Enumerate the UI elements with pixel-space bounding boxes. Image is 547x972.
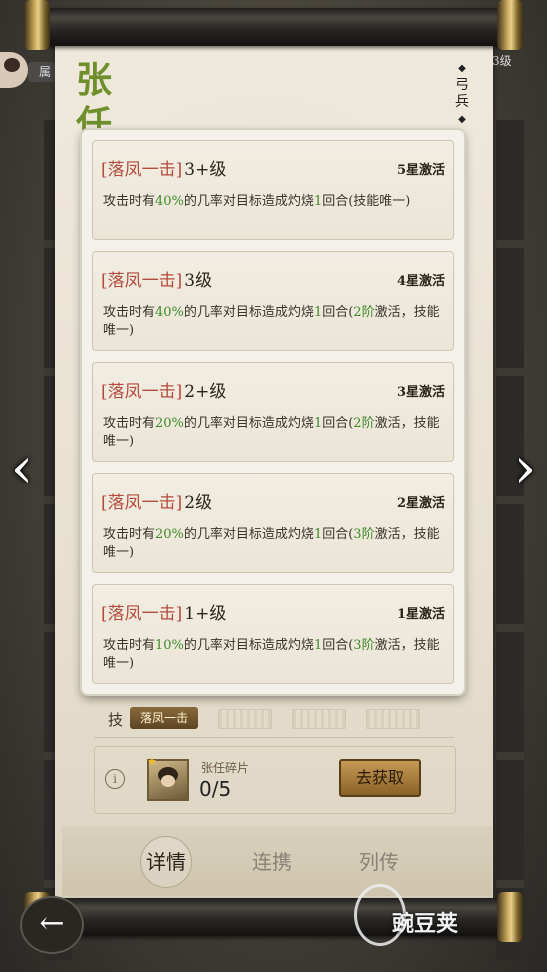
skill-bar-label: 技 <box>108 711 124 729</box>
hero-class-label: 弓兵 <box>455 77 469 110</box>
skill-level-title: [落凤一击] 3级 <box>101 266 212 291</box>
skill-description: 攻击时有20%的几率对目标造成灼烧1回合(3阶激活，技能唯一) <box>103 527 440 560</box>
skill-slot-active[interactable]: 落凤一击 <box>130 707 198 729</box>
skill-name: [落凤一击] <box>101 382 183 402</box>
star-requirement: 3星激活 <box>396 385 445 400</box>
skill-level-card: [落凤一击] 1+级 1星激活 攻击时有10%的几率对目标造成灼烧1回合(3阶激活… <box>92 584 454 684</box>
skill-name: [落凤一击] <box>101 271 183 291</box>
skill-level: 2+级 <box>184 382 227 402</box>
skill-slot-empty[interactable] <box>292 709 346 729</box>
skill-levels-popup: [落凤一击] 3+级 5星激活 攻击时有40%的几率对目标造成灼烧1回合(技能唯一… <box>82 130 464 694</box>
rod-cap-top-left <box>24 0 50 50</box>
skill-level-title: [落凤一击] 1+级 <box>101 599 226 624</box>
diamond-icon: ◆ <box>458 63 466 74</box>
scroll-rod-top <box>30 8 517 46</box>
skill-level-title: [落凤一击] 2+级 <box>101 377 226 402</box>
skill-description: 攻击时有40%的几率对目标造成灼烧1回合(2阶激活，技能唯一) <box>103 305 440 338</box>
skill-level-card: [落凤一击] 2+级 3星激活 攻击时有20%的几率对目标造成灼烧1回合(2阶激活… <box>92 362 454 462</box>
diamond-icon: ◆ <box>458 114 466 125</box>
get-fragment-button[interactable]: 去获取 <box>339 759 421 797</box>
skill-name: [落凤一击] <box>101 160 183 180</box>
watermark-text: 豌豆荚 <box>392 912 459 937</box>
skill-description: 攻击时有20%的几率对目标造成灼烧1回合(2阶激活，技能唯一) <box>103 416 440 449</box>
fragment-name: 张任碎片 <box>201 761 250 775</box>
rod-cap-top-right <box>497 0 523 50</box>
back-button[interactable]: ← <box>22 898 82 952</box>
rod-cap-bottom-right <box>497 892 523 942</box>
background-column-right <box>496 120 524 960</box>
star-requirement: 5星激活 <box>396 163 445 178</box>
skill-level-title: [落凤一击] 2级 <box>101 488 212 513</box>
star-requirement: 2星激活 <box>396 496 445 511</box>
skill-level: 1+级 <box>184 604 227 624</box>
skill-slot-bar: 技 落凤一击 <box>94 700 454 738</box>
skill-slot-empty[interactable] <box>366 709 420 729</box>
skill-level-card: [落凤一击] 3级 4星激活 攻击时有40%的几率对目标造成灼烧1回合(2阶激活，… <box>92 251 454 351</box>
hero-class-tag: ◆ 弓兵 ◆ <box>452 60 472 128</box>
skill-level: 3级 <box>184 271 213 291</box>
fragment-count: 0/5 <box>199 777 232 801</box>
tab-bar: 详情 连携 列传 <box>62 826 492 896</box>
tab-details[interactable]: 详情 <box>146 846 186 875</box>
star-requirement: 1星激活 <box>396 607 445 622</box>
star-requirement: 4星激活 <box>396 274 445 289</box>
arrow-left-icon: ← <box>39 906 65 941</box>
star-icon: ★ <box>147 755 157 768</box>
prev-hero-button[interactable]: ‹ <box>0 440 44 498</box>
tab-biography[interactable]: 列传 <box>359 846 399 875</box>
skill-name: [落凤一击] <box>101 493 183 513</box>
skill-level-title: [落凤一击] 3+级 <box>101 155 226 180</box>
level-label: 3级 <box>492 54 512 68</box>
skill-level-card: [落凤一击] 2级 2星激活 攻击时有20%的几率对目标造成灼烧1回合(3阶激活，… <box>92 473 454 573</box>
skill-level: 3+级 <box>184 160 227 180</box>
skill-description: 攻击时有10%的几率对目标造成灼烧1回合(3阶激活，技能唯一) <box>103 638 440 671</box>
skill-name: [落凤一击] <box>101 604 183 624</box>
next-hero-button[interactable]: › <box>503 440 547 498</box>
fragment-panel: i ★ 张任碎片 0/5 去获取 <box>94 746 456 814</box>
info-icon[interactable]: i <box>105 769 125 789</box>
skill-slot-empty[interactable] <box>218 709 272 729</box>
skill-level: 2级 <box>184 493 213 513</box>
skill-level-card: [落凤一击] 3+级 5星激活 攻击时有40%的几率对目标造成灼烧1回合(技能唯一… <box>92 140 454 240</box>
tab-combo[interactable]: 连携 <box>252 846 292 875</box>
skill-description: 攻击时有40%的几率对目标造成灼烧1回合(技能唯一) <box>103 194 411 209</box>
